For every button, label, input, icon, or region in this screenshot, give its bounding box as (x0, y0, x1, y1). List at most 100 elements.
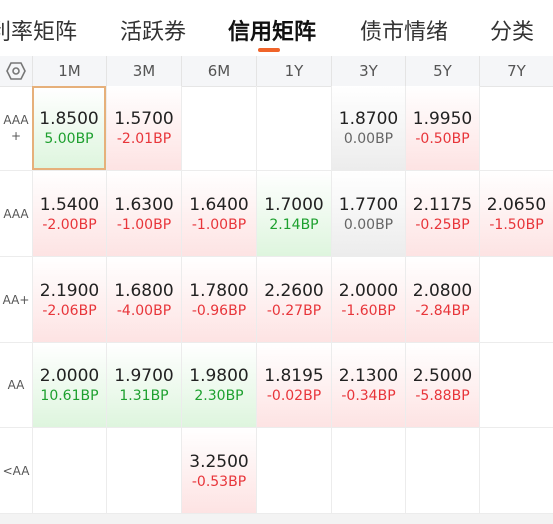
yield-change: -2.01BP (116, 131, 172, 147)
matrix-cell[interactable]: 3.2500 -0.53BP (181, 428, 256, 513)
column-header-3m[interactable]: 3M (106, 56, 181, 86)
yield-change: -0.53BP (191, 473, 247, 490)
tab-credit-matrix[interactable]: 信用矩阵 (228, 14, 316, 46)
table-row: AAA + 1.8500 5.00BP 1.5700 -2.01BP 1.8700 0.00… (0, 86, 553, 171)
yield-value: 1.8195 (264, 366, 324, 386)
tab-active-bonds[interactable]: 活跃券 (120, 14, 186, 46)
matrix-cell[interactable]: 2.5000 -5.88BP (405, 343, 479, 427)
matrix-cell-empty (479, 343, 553, 427)
yield-value: 1.7000 (264, 194, 324, 215)
matrix-cell[interactable]: 1.9700 1.31BP (106, 343, 181, 427)
tab-rate-matrix[interactable]: 利率矩阵 (0, 14, 77, 46)
matrix-cell[interactable]: 1.6800 -4.00BP (106, 257, 181, 342)
matrix-cell[interactable]: 1.6300 -1.00BP (106, 171, 181, 256)
column-header-1m[interactable]: 1M (32, 56, 106, 86)
matrix-cell-empty (32, 428, 106, 513)
matrix-cell[interactable]: 1.7700 0.00BP (331, 171, 405, 256)
column-header-3y[interactable]: 3Y (331, 56, 405, 86)
yield-change: 5.00BP (44, 131, 94, 147)
yield-change: 0.00BP (343, 131, 394, 147)
yield-change: -1.60BP (341, 302, 396, 319)
matrix-cell[interactable]: 1.7000 2.14BP (256, 171, 331, 256)
yield-value: 2.1175 (412, 194, 473, 215)
yield-change: -2.00BP (42, 216, 97, 233)
yield-value: 2.1300 (338, 366, 399, 386)
yield-value: 3.2500 (189, 451, 249, 472)
matrix-cell[interactable]: 1.9950 -0.50BP (405, 86, 479, 170)
yield-change: -0.34BP (341, 388, 396, 404)
matrix-cell-empty (181, 86, 256, 170)
yield-value: 1.5700 (114, 109, 174, 129)
matrix-cell[interactable]: 2.1300 -0.34BP (331, 343, 405, 427)
row-label: AAA (3, 206, 29, 221)
yield-value: 1.9950 (412, 109, 473, 129)
yield-change: -1.50BP (489, 216, 544, 233)
settings-hex-icon[interactable] (4, 59, 28, 83)
yield-value: 2.0800 (412, 280, 473, 301)
yield-change: -2.84BP (415, 302, 470, 319)
column-header-1y[interactable]: 1Y (256, 56, 331, 86)
matrix-cell[interactable]: 1.5700 -2.01BP (106, 86, 181, 170)
yield-change: -0.02BP (266, 388, 322, 404)
matrix-cell-empty (331, 428, 405, 513)
column-header-5y[interactable]: 5Y (405, 56, 479, 86)
matrix-cell[interactable]: 1.8500 5.00BP (32, 86, 106, 170)
yield-value: 1.8700 (338, 109, 399, 129)
matrix-cell-empty (405, 428, 479, 513)
yield-change: -2.06BP (42, 302, 97, 319)
yield-value: 1.7800 (189, 280, 249, 301)
row-label: AA (7, 378, 25, 392)
yield-value: 2.1900 (39, 280, 100, 301)
matrix-cell[interactable]: 2.0000 10.61BP (32, 343, 106, 427)
matrix-cell[interactable]: 1.8700 0.00BP (331, 86, 405, 170)
matrix-cell[interactable]: 2.0000 -1.60BP (331, 257, 405, 342)
yield-change: -5.88BP (415, 388, 470, 404)
yield-value: 1.5400 (39, 194, 100, 215)
matrix-cell[interactable]: 2.2600 -0.27BP (256, 257, 331, 342)
yield-value: 2.0000 (338, 280, 399, 301)
row-label: <AA (2, 463, 30, 478)
tab-bond-sentiment[interactable]: 债市情绪 (360, 14, 448, 46)
active-tab-indicator (258, 48, 280, 52)
matrix-cell-empty (256, 428, 331, 513)
yield-value: 1.9800 (189, 366, 249, 386)
yield-change: 2.30BP (194, 388, 244, 404)
matrix-cell[interactable]: 2.1175 -0.25BP (405, 171, 479, 256)
yield-value: 2.0650 (486, 194, 547, 215)
matrix-cell[interactable]: 2.0650 -1.50BP (479, 171, 553, 256)
matrix-cell-empty (256, 86, 331, 170)
matrix-cell[interactable]: 1.8195 -0.02BP (256, 343, 331, 427)
matrix-cell-empty (479, 428, 553, 513)
matrix-cell[interactable]: 1.6400 -1.00BP (181, 171, 256, 256)
yield-value: 1.7700 (338, 194, 399, 215)
column-header: 1M 3M 6M 1Y 3Y 5Y 7Y (0, 56, 553, 87)
yield-value: 2.2600 (264, 280, 324, 301)
yield-change: 10.61BP (40, 388, 99, 404)
yield-change: 0.00BP (343, 216, 394, 233)
matrix-cell[interactable]: 2.0800 -2.84BP (405, 257, 479, 342)
matrix-cell-empty (479, 86, 553, 170)
table-row: AA 2.0000 10.61BP 1.9700 1.31BP 1.9800 2.30BP 1… (0, 343, 553, 428)
column-header-7y[interactable]: 7Y (479, 56, 553, 86)
column-header-6m[interactable]: 6M (181, 56, 256, 86)
yield-change: -4.00BP (116, 302, 172, 319)
yield-change: -0.27BP (266, 302, 322, 319)
yield-value: 1.9700 (114, 366, 174, 386)
yield-change: 1.31BP (119, 388, 169, 404)
matrix-cell[interactable]: 1.9800 2.30BP (181, 343, 256, 427)
tab-category[interactable]: 分类 (490, 14, 534, 46)
yield-value: 1.6800 (114, 280, 174, 301)
matrix-cell[interactable]: 1.5400 -2.00BP (32, 171, 106, 256)
matrix-cell-empty (106, 428, 181, 513)
matrix-cell[interactable]: 2.1900 -2.06BP (32, 257, 106, 342)
matrix-cell[interactable]: 1.7800 -0.96BP (181, 257, 256, 342)
yield-value: 1.6300 (114, 194, 174, 215)
table-row: <AA 3.2500 -0.53BP (0, 428, 553, 514)
yield-change: -1.00BP (191, 216, 247, 233)
yield-value: 1.6400 (189, 194, 249, 215)
tab-bar: 利率矩阵 活跃券 信用矩阵 债市情绪 分类 (0, 0, 553, 56)
yield-change: -0.25BP (415, 216, 470, 233)
row-label: AA+ (2, 292, 30, 307)
yield-change: 2.14BP (269, 216, 319, 233)
yield-change: -1.00BP (116, 216, 172, 233)
